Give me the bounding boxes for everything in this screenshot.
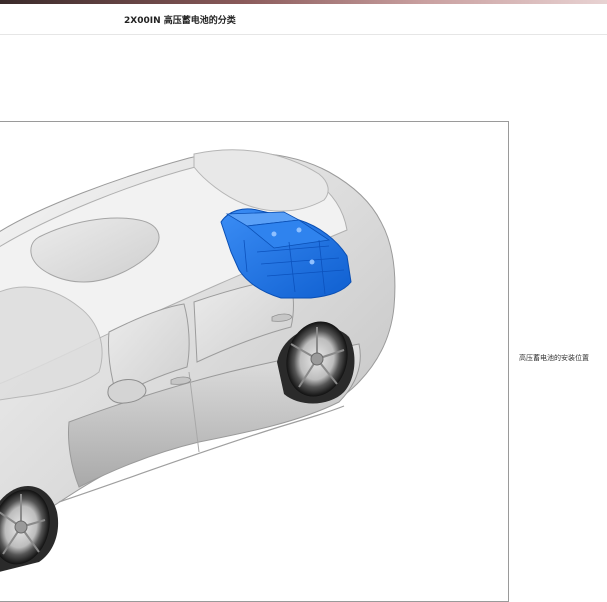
figure-caption: 高压蓄电池的安装位置 (519, 354, 589, 362)
car-battery-illustration (0, 149, 396, 572)
page-header: 2X00IN 高压蓄电池的分类 (0, 4, 607, 35)
figure-frame (0, 121, 509, 602)
page-title: 2X00IN 高压蓄电池的分类 (124, 16, 236, 26)
